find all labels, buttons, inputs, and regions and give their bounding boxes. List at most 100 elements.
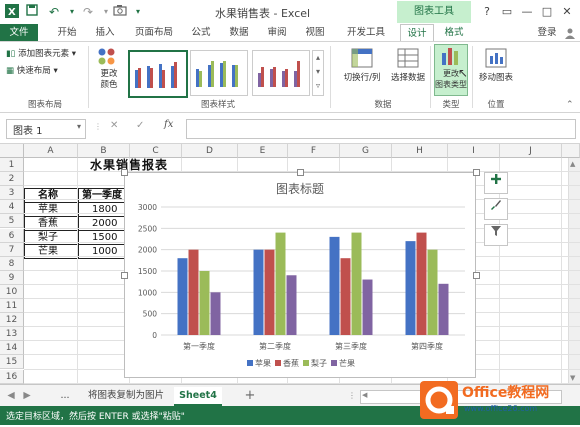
tab-formulas[interactable]: 公式 [184,24,218,41]
close-button[interactable]: ✕ [558,4,576,20]
help-button[interactable]: ? [478,4,496,20]
column-header[interactable]: E [238,144,288,158]
legend-label: 芒果 [339,358,355,368]
row-header[interactable]: 8 [0,257,24,271]
add-chart-element-button[interactable]: ▮▯ 添加图表元素 ▾ [6,47,76,59]
name-box-dropdown-icon[interactable]: ▾ [77,122,81,131]
column-header[interactable]: J [500,144,562,158]
legend-label: 梨子 [311,358,327,368]
column-header[interactable]: C [130,144,182,158]
row-header[interactable]: 1 [0,158,24,172]
cancel-formula-button[interactable]: ✕ [110,120,118,131]
tab-insert[interactable]: 插入 [88,24,122,41]
chart-filters-button[interactable] [484,224,508,246]
switch-row-column-button[interactable]: 切换行/列 [338,48,386,88]
y-tick-label: 1000 [138,288,157,297]
resize-handle[interactable] [121,272,128,279]
chart[interactable]: 图表标题050010001500200025003000第一季度第二季度第三季度… [124,172,476,378]
select-all-corner[interactable] [0,144,24,158]
change-colors-button[interactable]: 更改 颜色 [94,46,124,94]
column-header[interactable]: H [392,144,448,158]
tab-file[interactable]: 文件 [0,24,38,41]
row-header[interactable]: 7 [0,243,24,257]
row-header[interactable]: 13 [0,327,24,341]
dropdown-arrow-icon: ▾ [72,49,76,59]
tab-data[interactable]: 数据 [222,24,256,41]
row-header[interactable]: 6 [0,229,24,243]
chart-style-2[interactable] [190,50,248,96]
select-data-button[interactable]: 选择数据 [388,48,428,88]
ribbon-display-button[interactable]: ▭ [498,4,516,20]
tab-design[interactable]: 设计 [400,24,434,42]
brush-icon [490,199,502,211]
row-header[interactable]: 10 [0,285,24,299]
chart-style-1[interactable] [128,50,188,98]
collapse-ribbon-icon[interactable]: ⌃ [566,100,574,110]
next-sheet-icon[interactable]: ▶ [20,387,34,404]
tab-format[interactable]: 格式 [438,24,470,41]
new-sheet-button[interactable]: + [240,387,260,404]
column-header[interactable]: D [182,144,238,158]
column-header[interactable]: I [448,144,500,158]
more-sheets-button[interactable]: ... [56,387,74,404]
row-header[interactable]: 15 [0,355,24,369]
tab-developer[interactable]: 开发工具 [340,24,392,41]
enter-formula-button[interactable]: ✓ [136,120,144,131]
sign-in-link[interactable]: 登录 [532,24,562,41]
redo-icon[interactable]: ↷ [80,4,96,20]
scroll-up-icon[interactable]: ▲ [570,160,575,168]
styles-scroll[interactable]: ▴▾▿ [312,50,324,96]
scroll-left-icon[interactable]: ◀ [362,391,367,399]
row-header[interactable]: 14 [0,341,24,355]
chart-styles-button[interactable] [484,198,508,220]
customize-qat-icon[interactable]: ▾ [130,4,146,20]
resize-handle[interactable] [473,272,480,279]
column-header[interactable]: F [288,144,340,158]
chart-style-3[interactable] [252,50,310,96]
resize-handle[interactable] [121,169,128,176]
row-header[interactable]: 5 [0,214,24,228]
quick-layout-button[interactable]: ▦ 快速布局 ▾ [6,64,58,76]
prev-sheet-icon[interactable]: ◀ [4,387,18,404]
tab-home[interactable]: 开始 [50,24,84,41]
y-tick-label: 2000 [138,246,157,255]
resize-handle[interactable] [297,169,304,176]
row-header[interactable]: 9 [0,271,24,285]
camera-icon[interactable] [112,4,128,20]
insert-function-button[interactable]: fx [164,119,173,130]
row-header[interactable]: 2 [0,172,24,186]
chart-elements-button[interactable] [484,172,508,194]
tab-split-icon[interactable]: ⋮ [348,391,356,401]
bar-梨子 [352,233,362,335]
formula-input[interactable] [186,119,576,139]
undo-icon[interactable]: ↶ [46,4,62,20]
legend-label: 苹果 [255,358,271,368]
vertical-scrollbar[interactable] [568,158,580,384]
column-header[interactable]: G [340,144,392,158]
column-header[interactable]: A [24,144,78,158]
tab-view[interactable]: 视图 [298,24,332,41]
user-icon[interactable] [564,27,576,39]
row-header[interactable]: 16 [0,370,24,384]
sheet-tab-copy-chart[interactable]: 将图表复制为图片 [80,387,172,404]
sheet-tab-sheet4[interactable]: Sheet4 [174,387,222,406]
column-header[interactable]: B [78,144,130,158]
y-tick-label: 3000 [138,203,157,212]
row-header[interactable]: 3 [0,186,24,200]
minimize-button[interactable]: — [518,4,536,20]
move-chart-button[interactable]: 移动图表 [476,48,516,88]
bar-梨子 [428,250,438,335]
row-header[interactable]: 12 [0,313,24,327]
maximize-button[interactable]: □ [538,4,556,20]
name-box[interactable]: 图表 1 ▾ [6,119,86,139]
undo-dropdown-icon[interactable]: ▾ [64,4,80,20]
save-icon[interactable] [24,4,40,20]
y-tick-label: 2500 [138,224,157,233]
row-header[interactable]: 4 [0,200,24,214]
row-header[interactable]: 11 [0,299,24,313]
tab-page-layout[interactable]: 页面布局 [128,24,180,41]
group-label-data: 数据 [338,98,428,110]
legend-swatch [331,360,337,366]
tab-review[interactable]: 审阅 [260,24,294,41]
resize-handle[interactable] [473,169,480,176]
